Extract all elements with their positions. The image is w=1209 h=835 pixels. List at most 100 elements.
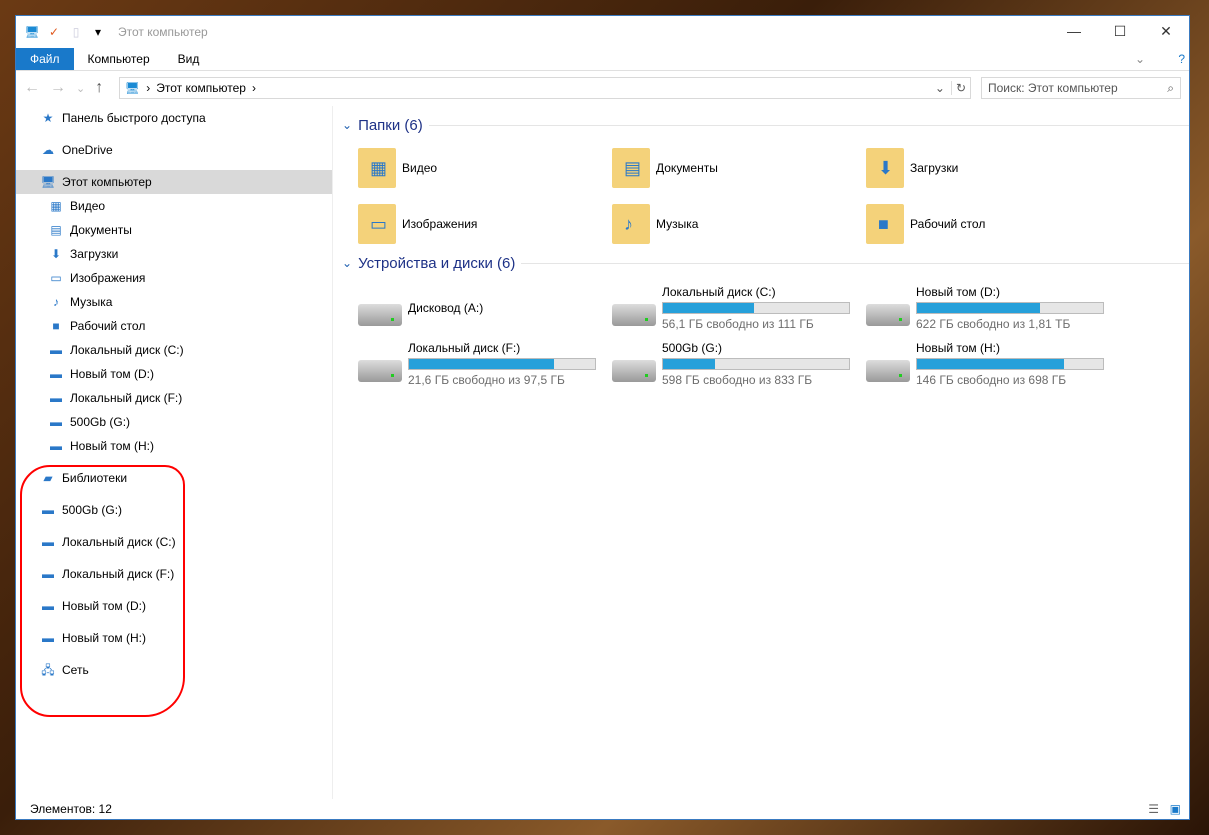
folder-item[interactable]: ▤ Документы — [612, 146, 866, 190]
drive-label: Дисковод (A:) — [408, 301, 484, 315]
address-dropdown-icon[interactable]: ⌄ — [935, 81, 945, 95]
folder-icon: ▭ — [358, 204, 396, 244]
sidebar-item-label: Этот компьютер — [62, 175, 152, 189]
drive-item[interactable]: Локальный диск (F:) 21,6 ГБ свободно из 9… — [358, 340, 612, 388]
drive-item[interactable]: Дисковод (A:) — [358, 284, 612, 332]
sidebar-item[interactable]: ▭ Изображения — [16, 266, 332, 290]
drive-label: Локальный диск (F:) — [408, 341, 521, 355]
sidebar-item[interactable]: ▬ Новый том (D:) — [16, 362, 332, 386]
refresh-button[interactable]: ↻ — [950, 81, 970, 95]
back-button[interactable]: ← — [24, 79, 40, 97]
sidebar-item-icon: ▬ — [50, 439, 62, 453]
drive-icon — [866, 360, 910, 382]
details-view-icon[interactable]: ☰ — [1148, 799, 1159, 819]
folder-icon: ▦ — [358, 148, 396, 188]
drive-icon — [358, 360, 402, 382]
large-icons-view-icon[interactable]: ▣ — [1170, 799, 1181, 819]
sidebar-item[interactable]: ⬇ Загрузки — [16, 242, 332, 266]
drive-label: Новый том (D:) — [916, 285, 1000, 299]
folder-label: Загрузки — [910, 161, 959, 175]
sidebar-item-label: Загрузки — [70, 247, 119, 261]
sidebar-item[interactable]: ♪ Музыка — [16, 290, 332, 314]
maximize-button[interactable]: ☐ — [1097, 16, 1143, 46]
sidebar-item[interactable]: ▬ 500Gb (G:) — [16, 410, 332, 434]
sidebar-item-icon: ▬ — [50, 415, 62, 429]
folder-label: Музыка — [656, 217, 699, 231]
close-button[interactable]: ✕ — [1143, 16, 1189, 46]
devices-group-title: Устройства и диски (6) — [358, 254, 516, 272]
drive-usage-bar — [916, 302, 1104, 314]
chevron-down-icon: ⌄ — [342, 118, 353, 132]
sidebar-item[interactable]: ▤ Документы — [16, 218, 332, 242]
breadcrumb-this-pc[interactable]: Этот компьютер — [156, 81, 246, 95]
search-placeholder: Поиск: Этот компьютер — [988, 81, 1118, 95]
properties-icon[interactable]: ✓ — [46, 25, 62, 39]
sidebar-item-label: 500Gb (G:) — [70, 415, 131, 429]
sidebar-item[interactable]: ■ Рабочий стол — [16, 314, 332, 338]
sidebar-item-icon: ⬇ — [50, 247, 62, 261]
sidebar-item-icon: ▬ — [50, 391, 62, 405]
sidebar-item-icon: ▦ — [50, 199, 62, 213]
chevron-down-icon: ⌄ — [342, 256, 353, 270]
sidebar-item-label: Видео — [70, 199, 106, 213]
drive-icon — [612, 360, 656, 382]
folder-label: Изображения — [402, 217, 478, 231]
tab-file[interactable]: Файл — [16, 48, 74, 70]
drive-usage-bar — [662, 358, 850, 370]
navigation-bar: ← → ⌄ ↑ 🖥 › Этот компьютер › ⌄ ↻ Поиск: … — [16, 71, 1189, 105]
sidebar-item-label: Локальный диск (F:) — [70, 391, 183, 405]
drive-usage-bar — [916, 358, 1104, 370]
forward-button[interactable]: → — [50, 79, 66, 97]
recent-locations-button[interactable]: ⌄ — [76, 82, 85, 95]
sidebar-item[interactable]: ▬ Новый том (H:) — [16, 434, 332, 458]
drive-item[interactable]: Новый том (D:) 622 ГБ свободно из 1,81 ТБ — [866, 284, 1120, 332]
minimize-button[interactable]: — — [1051, 16, 1097, 46]
sidebar-item[interactable]: ▬ Локальный диск (C:) — [16, 338, 332, 362]
sidebar-item[interactable]: ▬ Локальный диск (F:) — [16, 386, 332, 410]
sidebar-item-icon: ★ — [42, 111, 54, 125]
drive-icon — [358, 304, 402, 326]
quick-access-dropdown-icon[interactable]: ▾ — [90, 25, 106, 39]
folder-item[interactable]: ⬇ Загрузки — [866, 146, 1120, 190]
devices-group-header[interactable]: ⌄ Устройства и диски (6) — [342, 254, 1189, 272]
drive-free-space: 21,6 ГБ свободно из 97,5 ГБ — [408, 373, 565, 387]
search-input[interactable]: Поиск: Этот компьютер ⌕ — [981, 77, 1181, 99]
tab-view[interactable]: Вид — [164, 48, 214, 70]
folder-item[interactable]: ▦ Видео — [358, 146, 612, 190]
sidebar-item-icon: 🖥 — [40, 175, 56, 189]
sidebar-item-icon: ▬ — [50, 367, 62, 381]
sidebar-item[interactable]: ★ Панель быстрого доступа — [16, 106, 332, 130]
drive-free-space: 56,1 ГБ свободно из 111 ГБ — [662, 317, 814, 331]
sidebar-item[interactable]: 🖥 Этот компьютер — [16, 170, 332, 194]
breadcrumb-separator[interactable]: › — [252, 81, 256, 95]
item-count: Элементов: 12 — [30, 802, 112, 816]
help-icon[interactable]: ? — [1178, 48, 1185, 71]
sidebar-item[interactable]: ▦ Видео — [16, 194, 332, 218]
status-bar: Элементов: 12 ☰ ▣ — [16, 799, 1189, 819]
breadcrumb-separator: › — [146, 81, 151, 95]
tab-computer[interactable]: Компьютер — [74, 48, 164, 70]
sidebar-item-icon: ☁ — [42, 143, 54, 157]
sidebar-item-label: Изображения — [70, 271, 146, 285]
drive-label: 500Gb (G:) — [662, 341, 723, 355]
drive-item[interactable]: Локальный диск (C:) 56,1 ГБ свободно из 1… — [612, 284, 866, 332]
sidebar-item-label: Документы — [70, 223, 132, 237]
folder-item[interactable]: ■ Рабочий стол — [866, 202, 1120, 246]
sidebar-item-icon: ▤ — [50, 223, 62, 237]
title-bar: 🖥 ✓ ▯ ▾ Этот компьютер — ☐ ✕ — [16, 16, 1189, 48]
computer-icon: 🖥 — [124, 81, 140, 95]
address-bar[interactable]: 🖥 › Этот компьютер › ⌄ ↻ — [119, 77, 971, 99]
new-folder-icon[interactable]: ▯ — [68, 25, 84, 39]
drive-icon — [612, 304, 656, 326]
sidebar-item[interactable]: ☁ OneDrive — [16, 138, 332, 162]
drive-item[interactable]: Новый том (H:) 146 ГБ свободно из 698 ГБ — [866, 340, 1120, 388]
folder-item[interactable]: ▭ Изображения — [358, 202, 612, 246]
expand-ribbon-icon[interactable]: ⌄ — [1121, 48, 1159, 71]
folders-group-header[interactable]: ⌄ Папки (6) — [342, 116, 1189, 134]
folder-icon: ⬇ — [866, 148, 904, 188]
devices-grid: Дисковод (A:) Локальный диск (C:) 56,1 ГБ … — [358, 284, 1189, 388]
folder-icon: ♪ — [612, 204, 650, 244]
folder-item[interactable]: ♪ Музыка — [612, 202, 866, 246]
up-button[interactable]: ↑ — [95, 79, 103, 97]
drive-item[interactable]: 500Gb (G:) 598 ГБ свободно из 833 ГБ — [612, 340, 866, 388]
